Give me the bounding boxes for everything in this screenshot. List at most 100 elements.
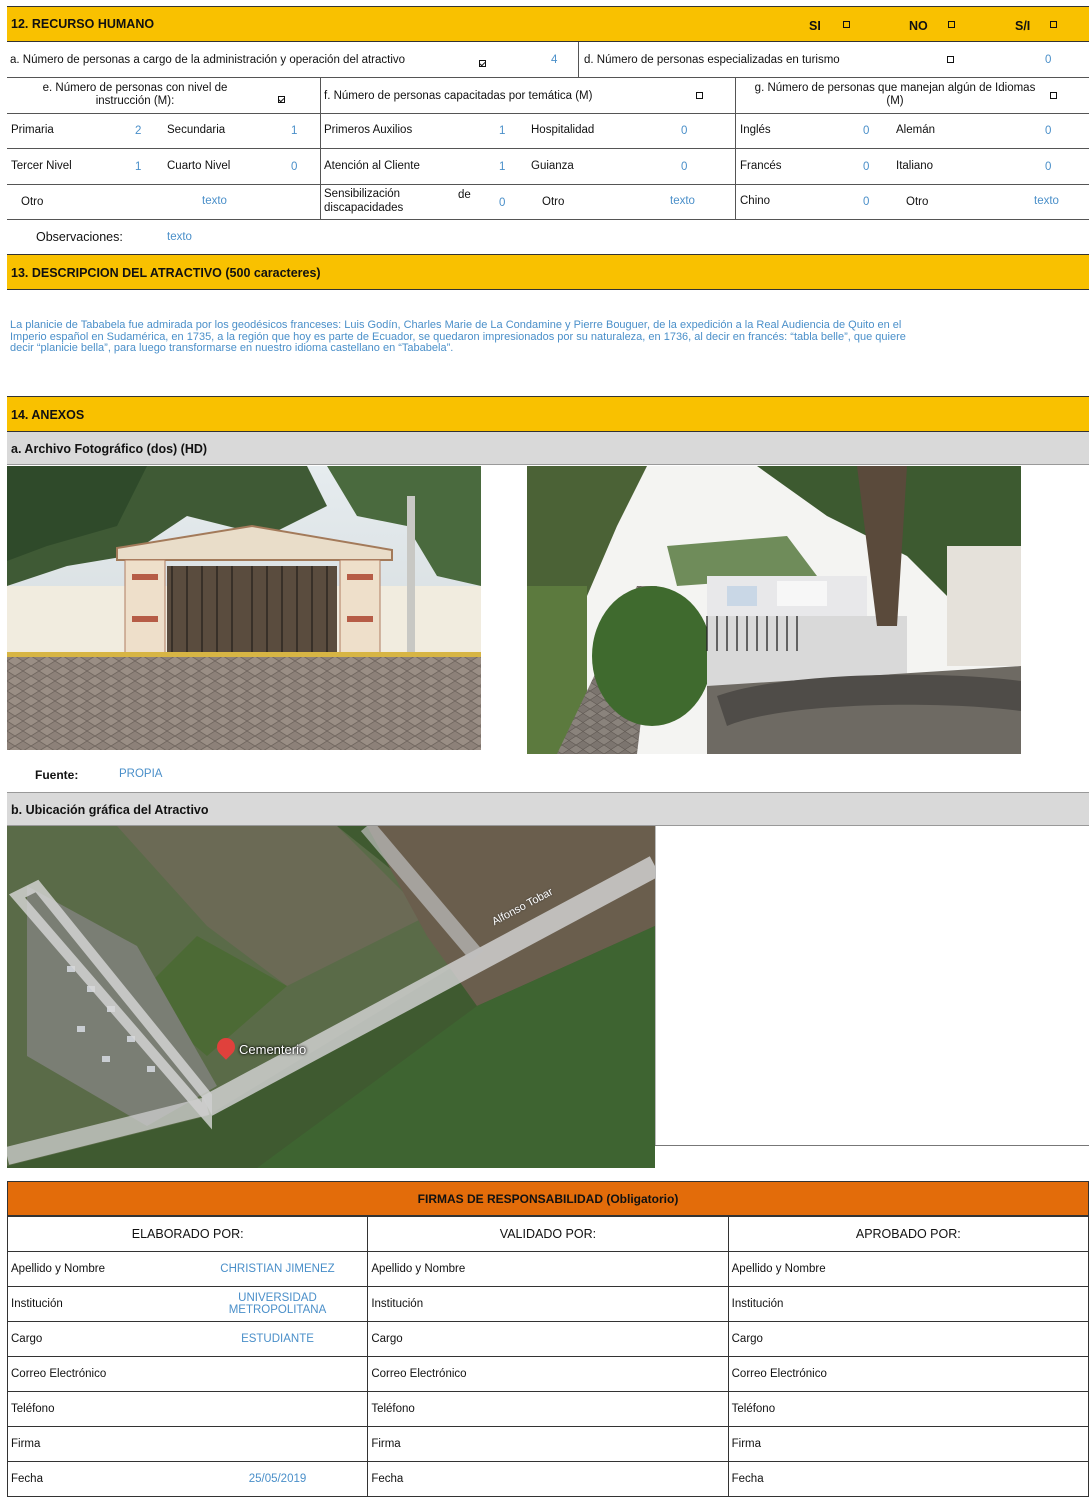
otro-g-label: Otro	[906, 196, 929, 208]
fuente-value: PROPIA	[119, 768, 163, 780]
section-12-header: 12. RECURSO HUMANO SI NO S/I	[7, 6, 1089, 42]
guianza-label: Guianza	[531, 160, 574, 172]
map-pin-label: Cementerio	[239, 1042, 307, 1057]
otro-f-value: texto	[670, 195, 695, 207]
col-validado: VALIDADO POR:	[367, 1216, 729, 1252]
val-correo-label: Correo Electrónico	[367, 1356, 729, 1392]
d-label: d. Número de personas especializadas en …	[584, 54, 840, 66]
sensibilizacion-de: de	[458, 189, 471, 201]
apr-cargo-label: Cargo	[727, 1321, 1089, 1357]
fuente-label: Fuente:	[35, 768, 79, 782]
chino-value: 0	[863, 196, 870, 208]
elab-cargo-label: Cargo	[6, 1321, 188, 1357]
frances-label: Francés	[740, 160, 782, 172]
f-checkbox[interactable]	[696, 92, 703, 99]
photos-subheader: a. Archivo Fotográfico (dos) (HD)	[7, 432, 1089, 465]
photo-cemetery-gate	[7, 466, 481, 750]
section-14-header: 14. ANEXOS	[7, 396, 1089, 432]
apr-firma-label: Firma	[727, 1426, 1089, 1462]
a-checkbox[interactable]	[479, 60, 486, 68]
si-label: SI	[809, 19, 821, 33]
auxilios-value: 1	[499, 125, 506, 137]
elab-apellido-value: CHRISTIAN JIMENEZ	[187, 1251, 369, 1287]
d-checkbox[interactable]	[947, 56, 954, 63]
section-13-title: 13. DESCRIPCION DEL ATRACTIVO (500 carac…	[11, 266, 321, 280]
elab-institucion-value: UNIVERSIDAD METROPOLITANA	[187, 1286, 369, 1322]
auxilios-label: Primeros Auxilios	[324, 124, 413, 136]
ingles-label: Inglés	[740, 124, 771, 136]
elab-apellido-label: Apellido y Nombre	[6, 1251, 188, 1287]
map-title: b. Ubicación gráfica del Atractivo	[11, 803, 209, 817]
g-label: g. Número de personas que manejan algún …	[754, 82, 1036, 107]
otro-e-label: Otro	[21, 196, 44, 208]
elab-institucion-line-2: METROPOLITANA	[228, 1304, 327, 1316]
val-fecha-label: Fecha	[367, 1461, 729, 1497]
description-text: La planicie de Tababela fue admirada por…	[10, 320, 1089, 355]
sensibilizacion-label: Sensibilización	[324, 188, 401, 200]
aleman-value: 0	[1045, 125, 1052, 137]
otro-e-value: texto	[202, 195, 227, 207]
primaria-label: Primaria	[11, 124, 54, 136]
col-elaborado: ELABORADO POR:	[6, 1216, 369, 1252]
elab-telefono-label: Teléfono	[6, 1391, 369, 1427]
sensibilizacion-value: 0	[499, 197, 506, 209]
primaria-value: 2	[135, 125, 142, 137]
val-institucion-label: Institución	[367, 1286, 729, 1322]
atencion-label: Atención al Cliente	[324, 160, 420, 172]
aleman-label: Alemán	[896, 124, 935, 136]
otro-g-value: texto	[1034, 195, 1059, 207]
chino-label: Chino	[740, 195, 771, 207]
f-label: f. Número de personas capacitadas por te…	[324, 90, 593, 102]
tercer-value: 1	[135, 161, 142, 173]
val-cargo-label: Cargo	[367, 1321, 729, 1357]
cuarto-label: Cuarto Nivel	[167, 160, 231, 172]
val-telefono-label: Teléfono	[367, 1391, 729, 1427]
photos-title: a. Archivo Fotográfico (dos) (HD)	[11, 442, 208, 456]
cuarto-value: 0	[291, 161, 298, 173]
observaciones-value: texto	[167, 231, 192, 243]
discapacidades-label: discapacidades	[324, 202, 404, 214]
map-subheader: b. Ubicación gráfica del Atractivo	[7, 792, 1089, 826]
si-na-checkbox[interactable]	[1050, 21, 1057, 28]
e-checkbox[interactable]	[278, 96, 286, 104]
section-14-title: 14. ANEXOS	[11, 408, 85, 422]
description-line-1: La planicie de Tababela fue admirada por…	[10, 320, 902, 331]
tercer-label: Tercer Nivel	[11, 160, 72, 172]
elab-cargo-value: ESTUDIANTE	[187, 1321, 369, 1357]
elab-institucion-label: Institución	[6, 1286, 188, 1322]
apr-apellido-label: Apellido y Nombre	[727, 1251, 1089, 1287]
si-na-label: S/I	[1015, 19, 1031, 33]
col-aprobado: APROBADO POR:	[727, 1216, 1089, 1252]
si-checkbox[interactable]	[843, 21, 850, 28]
section-13-header: 13. DESCRIPCION DEL ATRACTIVO (500 carac…	[7, 254, 1089, 290]
hospitalidad-label: Hospitalidad	[531, 124, 595, 136]
g-checkbox[interactable]	[1050, 92, 1057, 99]
firmas-header: FIRMAS DE RESPONSABILIDAD (Obligatorio)	[7, 1181, 1089, 1216]
description-line-3: decir “planicie bella”, para luego trans…	[10, 342, 454, 354]
a-value: 4	[551, 54, 558, 66]
no-checkbox[interactable]	[948, 21, 955, 28]
atencion-value: 1	[499, 161, 506, 173]
location-map[interactable]: Alfonso Tobar Cementerio	[7, 826, 655, 1168]
elab-firma-label: Firma	[6, 1426, 369, 1462]
ingles-value: 0	[863, 125, 870, 137]
d-value: 0	[1045, 54, 1052, 66]
hospitalidad-value: 0	[681, 125, 688, 137]
secundaria-label: Secundaria	[167, 124, 226, 136]
elab-fecha-value: 25/05/2019	[187, 1461, 369, 1497]
observaciones-label: Observaciones:	[36, 230, 123, 244]
no-label: NO	[909, 19, 928, 33]
elab-fecha-label: Fecha	[6, 1461, 188, 1497]
frances-value: 0	[863, 161, 870, 173]
secundaria-value: 1	[291, 125, 298, 137]
elab-institucion-line-1: UNIVERSIDAD	[238, 1292, 317, 1304]
a-label: a. Número de personas a cargo de la admi…	[10, 54, 406, 66]
e-label: e. Número de personas con nivel de instr…	[42, 82, 228, 107]
firmas-title: FIRMAS DE RESPONSABILIDAD (Obligatorio)	[417, 1192, 679, 1206]
firmas-table: ELABORADO POR: VALIDADO POR: APROBADO PO…	[6, 1216, 1089, 1497]
guianza-value: 0	[681, 161, 688, 173]
val-apellido-label: Apellido y Nombre	[367, 1251, 729, 1287]
apr-institucion-label: Institución	[727, 1286, 1089, 1322]
apr-correo-label: Correo Electrónico	[727, 1356, 1089, 1392]
photo-cemetery-interior	[527, 466, 1021, 754]
